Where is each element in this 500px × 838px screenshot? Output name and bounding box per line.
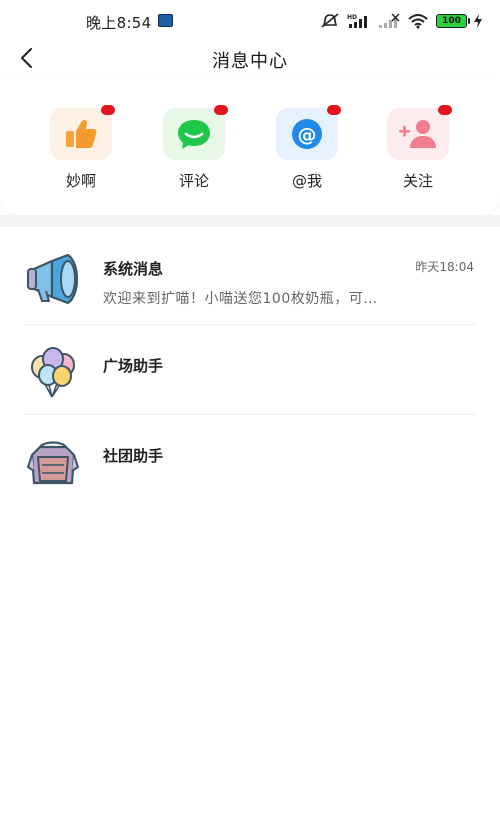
header: 消息中心: [0, 38, 500, 78]
quick-entry-follows[interactable]: 关注: [378, 105, 458, 198]
charging-icon: [474, 14, 482, 28]
message-time: 昨天18:04: [415, 260, 474, 274]
status-bar: 晚上8:54 HD 100: [0, 0, 500, 40]
quick-entry-label: @我: [291, 172, 322, 190]
at-sign-icon: @: [292, 119, 322, 149]
message-preview: 欢迎来到扩喵！小喵送您100枚奶瓶，可…: [103, 291, 378, 307]
follows-icon-box: [387, 108, 449, 160]
add-user-icon: [399, 120, 436, 148]
section-separator: [0, 215, 500, 227]
quick-entry-likes[interactable]: 妙啊: [41, 105, 121, 198]
follows-badge: [438, 105, 452, 115]
svg-text:@: @: [298, 124, 317, 146]
quick-entry-mentions[interactable]: @ @我: [267, 105, 347, 198]
status-time: 晚上8:54: [86, 14, 152, 32]
mentions-badge: [327, 105, 341, 115]
megaphone-icon: [27, 253, 79, 305]
message-row-club-assistant[interactable]: 社团助手: [0, 415, 500, 505]
message-row-system[interactable]: 系统消息 昨天18:04 欢迎来到扩喵！小喵送您100枚奶瓶，可…: [0, 227, 500, 325]
thumbs-up-icon: [66, 119, 97, 148]
message-sender: 社团助手: [103, 447, 164, 465]
likes-badge: [101, 105, 115, 115]
backpack-icon: [27, 441, 79, 485]
chat-bubble-icon: [178, 120, 210, 149]
message-sender: 系统消息: [103, 260, 164, 278]
quick-entry-comments[interactable]: 评论: [154, 105, 234, 198]
page-title: 消息中心: [212, 51, 288, 72]
balloons-icon: [31, 347, 75, 398]
signal-icon: [379, 13, 400, 28]
quick-entry-label: 妙啊: [65, 172, 96, 190]
wifi-icon: [408, 14, 428, 29]
quick-entry-label: 关注: [402, 172, 433, 190]
comments-badge: [214, 105, 228, 115]
message-row-square-assistant[interactable]: 广场助手: [0, 325, 500, 415]
mute-bell-icon: [321, 13, 339, 28]
svg-text:HD: HD: [347, 14, 357, 21]
likes-icon-box: [50, 108, 112, 160]
hd-signal-icon: HD: [347, 14, 367, 28]
message-sender: 广场助手: [103, 357, 164, 375]
status-icons: HD 100: [320, 12, 482, 30]
battery-level: 100: [442, 16, 461, 26]
app-notification-icon: [158, 14, 173, 27]
quick-entries: 妙啊 评论 @ @我 关注: [0, 80, 500, 215]
quick-entry-label: 评论: [178, 172, 209, 190]
comments-icon-box: [163, 108, 225, 160]
message-list: 系统消息 昨天18:04 欢迎来到扩喵！小喵送您100枚奶瓶，可… 广场助手 社…: [0, 227, 500, 505]
mentions-icon-box: @: [276, 108, 338, 160]
battery-icon: 100: [436, 14, 470, 28]
